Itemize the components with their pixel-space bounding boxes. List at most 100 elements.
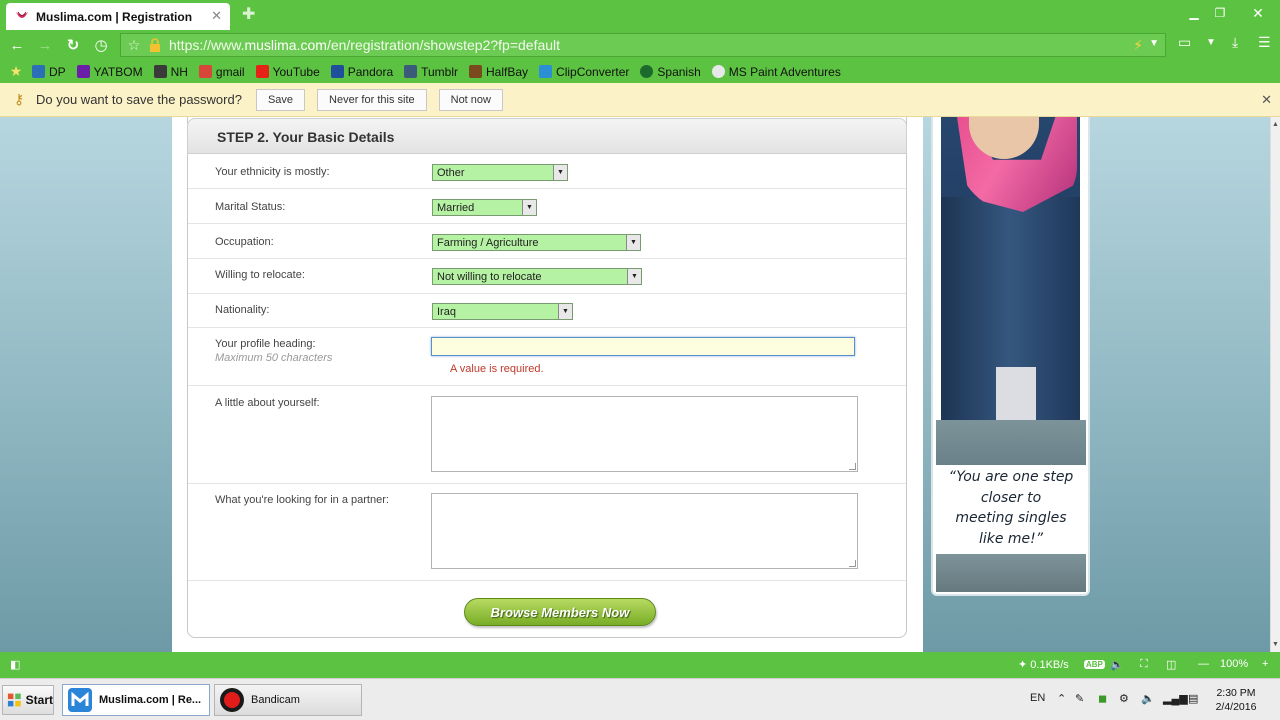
resize-grip-icon[interactable] — [849, 463, 856, 470]
taskbar-clock[interactable]: 2:30 PM 2/4/2016 — [1208, 686, 1264, 714]
resize-grip-icon[interactable] — [849, 560, 856, 567]
scroll-up-icon[interactable]: ▲ — [1272, 121, 1279, 128]
muslima-favicon-icon — [16, 11, 28, 18]
chevron-down-icon: ▼ — [522, 200, 536, 215]
partner-label: What you're looking for in a partner: — [215, 494, 389, 506]
promo-quote: “You are one step closer to meeting sing… — [948, 469, 1074, 547]
scroll-down-icon[interactable]: ▼ — [1272, 641, 1279, 648]
tray-steam-icon[interactable]: ⚙ — [1119, 692, 1129, 705]
sound-icon[interactable]: 🔈 — [1110, 658, 1124, 671]
close-window-icon[interactable]: ✕ — [1238, 2, 1278, 24]
ethnicity-select[interactable]: Other ▼ — [432, 164, 568, 181]
chevron-down-icon: ▼ — [626, 235, 640, 250]
partner-textarea[interactable] — [431, 493, 858, 569]
browser-tab[interactable]: Muslima.com | Registration ✕ — [6, 3, 230, 30]
zoom-in-icon[interactable]: + — [1262, 658, 1268, 670]
bookmark-pandora[interactable]: Pandora — [330, 65, 393, 79]
bookmark-dp[interactable]: DP — [32, 65, 66, 79]
halfbay-icon — [469, 65, 483, 78]
save-password-button[interactable]: Save — [255, 88, 306, 111]
relocate-select[interactable]: Not willing to relocate ▼ — [432, 268, 642, 285]
menu-icon[interactable]: ☰ — [1258, 34, 1271, 51]
taskbar-bandicam-window[interactable]: Bandicam — [214, 684, 362, 716]
promo-band-top — [936, 420, 1086, 465]
bookmark-youtube[interactable]: YouTube — [255, 65, 320, 79]
url-dropdown-icon[interactable]: ▼ — [1149, 38, 1159, 49]
bookmark-halfbay[interactable]: HalfBay — [469, 65, 528, 79]
favorites-star-icon[interactable]: ★ — [0, 63, 32, 80]
browser-navbar: ← → ↻ ◷ ☆ https://www.muslima.com/en/reg… — [0, 30, 1280, 60]
download-icon[interactable]: ⤓ — [1232, 34, 1238, 51]
tray-network-icon[interactable]: ▂▄▆ — [1163, 692, 1188, 705]
about-yourself-textarea[interactable] — [431, 396, 858, 472]
nationality-select[interactable]: Iraq ▼ — [432, 303, 573, 320]
promo-band-bottom — [936, 554, 1086, 592]
reader-mode-icon[interactable]: ▭ — [1178, 34, 1191, 51]
bookmark-ms-paint-adventures[interactable]: MS Paint Adventures — [711, 65, 841, 79]
youtube-icon — [255, 65, 269, 78]
never-for-this-site-button[interactable]: Never for this site — [317, 88, 427, 111]
tray-volume-icon[interactable]: 🔈 — [1141, 692, 1155, 705]
forward-icon[interactable]: → — [34, 34, 56, 56]
minimize-window-icon[interactable]: ▁ — [1182, 2, 1206, 24]
start-button[interactable]: Start — [2, 685, 54, 715]
tray-security-icon[interactable]: ◼ — [1098, 692, 1107, 705]
nationality-label: Nationality: — [215, 304, 270, 316]
relocate-label: Willing to relocate: — [215, 269, 305, 281]
browse-members-button[interactable]: Browse Members Now — [464, 598, 656, 626]
zoom-out-icon[interactable]: — — [1198, 658, 1209, 670]
sidebar-toggle-icon[interactable]: ◧ — [10, 658, 20, 671]
tab-title: Muslima.com | Registration — [36, 9, 193, 24]
marital-row: Marital Status: — [188, 189, 906, 224]
vertical-scrollbar[interactable]: ▲ ▼ — [1270, 117, 1280, 652]
maximize-window-icon[interactable]: ❐ — [1208, 2, 1232, 24]
windows-taskbar: Start Muslima.com | Re... Bandicam EN ⌃ … — [0, 678, 1280, 720]
profile-heading-input[interactable] — [431, 337, 855, 356]
profile-heading-hint: Maximum 50 characters — [215, 352, 333, 364]
fullscreen-icon[interactable]: ⛶ — [1140, 658, 1148, 671]
not-now-button[interactable]: Not now — [438, 88, 503, 111]
dp-icon — [32, 65, 45, 78]
reload-icon[interactable]: ↻ — [62, 34, 84, 56]
bookmark-gmail[interactable]: gmail — [198, 65, 245, 79]
bookmark-yatbom[interactable]: YATBOM — [76, 65, 143, 79]
bookmark-spanish[interactable]: Spanish — [640, 65, 701, 79]
lightning-icon[interactable]: ⚡ — [1133, 37, 1143, 54]
language-indicator[interactable]: EN — [1030, 692, 1045, 704]
chevron-down-icon: ▼ — [558, 304, 572, 319]
back-icon[interactable]: ← — [6, 34, 28, 56]
bandicam-icon — [220, 688, 244, 712]
lock-icon — [150, 38, 160, 52]
adblock-icon[interactable]: ABP — [1084, 660, 1105, 669]
occupation-select[interactable]: Farming / Agriculture ▼ — [432, 234, 641, 251]
maxthon-icon — [68, 688, 92, 712]
taskbar-maxthon-window[interactable]: Muslima.com | Re... — [62, 684, 210, 716]
tray-tools-icon[interactable]: ✎ — [1075, 692, 1084, 705]
about-yourself-label: A little about yourself: — [215, 397, 320, 409]
bookmark-clipconverter[interactable]: ClipConverter — [539, 65, 629, 79]
pandora-icon — [330, 65, 344, 78]
reader-dropdown-icon[interactable]: ▼ — [1206, 37, 1216, 48]
step-header: STEP 2. Your Basic Details — [187, 118, 907, 154]
new-tab-icon[interactable]: ✚ — [242, 4, 255, 24]
bookmarks-bar: ★ DP YATBOM NH gmail YouTube Pandora Tum… — [0, 60, 1280, 83]
clipconverter-icon — [539, 65, 553, 78]
windows-flag-icon — [7, 693, 21, 707]
address-bar[interactable]: ☆ https://www.muslima.com/en/registratio… — [120, 33, 1166, 57]
history-icon[interactable]: ◷ — [90, 34, 112, 56]
tray-expand-icon[interactable]: ⌃ — [1057, 692, 1066, 705]
close-password-bar-icon[interactable]: ✕ — [1261, 92, 1272, 108]
tray-notes-icon[interactable]: ▤ — [1188, 692, 1198, 705]
bookmark-nh[interactable]: NH — [153, 65, 188, 79]
spanish-icon — [640, 65, 654, 78]
browser-titlebar: Muslima.com | Registration ✕ ✚ ▁ ❐ ✕ — [0, 0, 1280, 30]
browser-statusbar: ◧ ✦ 0.1KB/s ABP 🔈 ⛶ ◫ — 100% + — [0, 652, 1280, 678]
yahoo-icon — [76, 65, 90, 78]
tab-close-icon[interactable]: ✕ — [211, 8, 222, 24]
marital-select[interactable]: Married ▼ — [432, 199, 537, 216]
nh-icon — [153, 65, 167, 78]
bookmark-star-icon[interactable]: ☆ — [121, 37, 147, 54]
profile-heading-error: A value is required. — [450, 363, 544, 375]
split-view-icon[interactable]: ◫ — [1166, 658, 1176, 671]
bookmark-tumblr[interactable]: Tumblr — [404, 65, 458, 79]
